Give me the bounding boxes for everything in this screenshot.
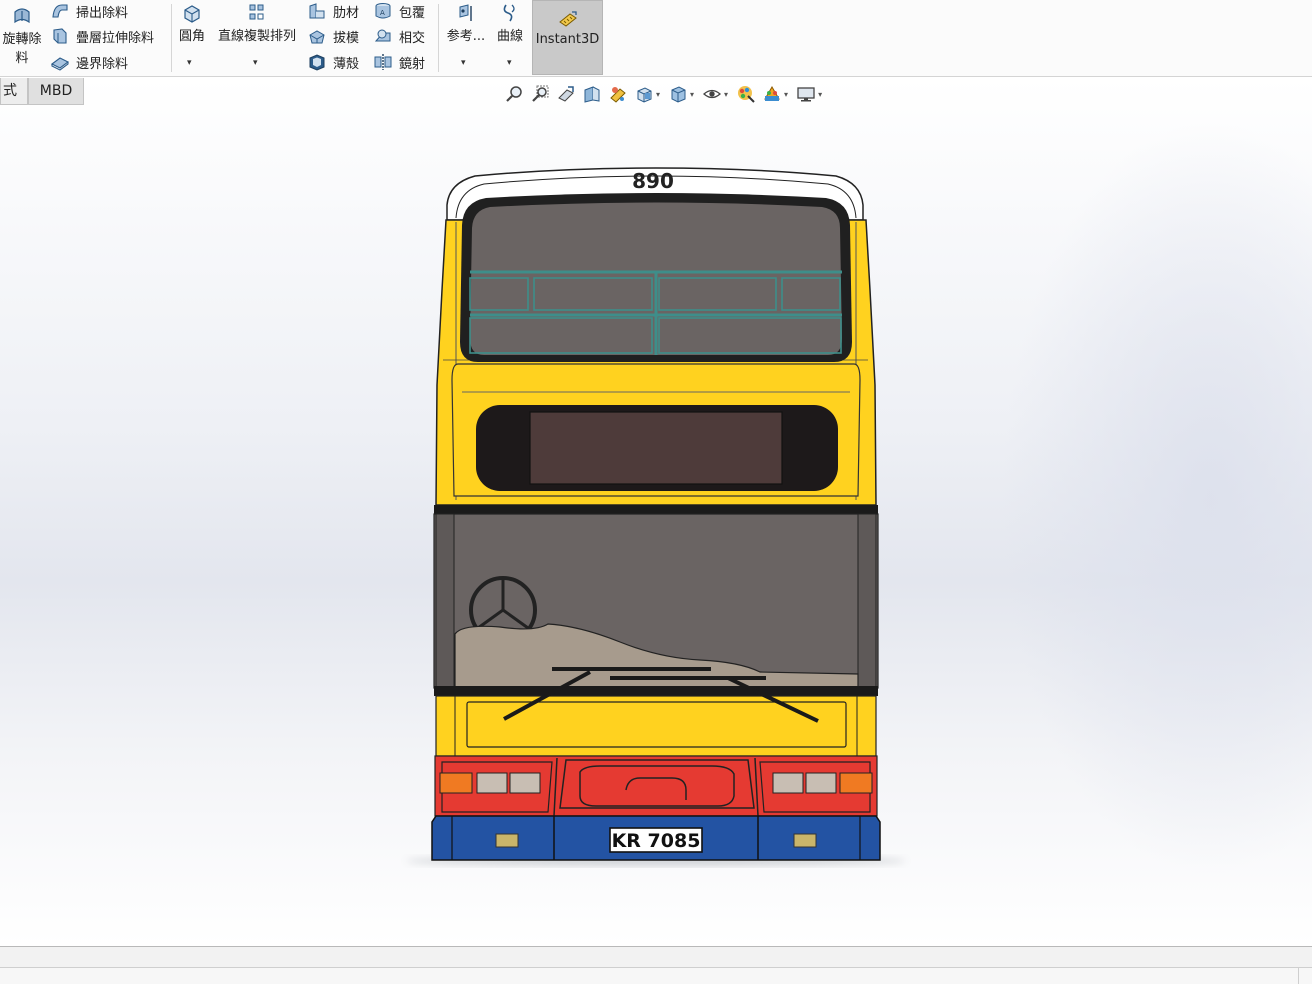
license-plate-text: KR 7085: [612, 830, 701, 852]
reflector-left: [495, 833, 519, 848]
destination-display-screen: [529, 411, 783, 485]
tail-lamps-right: [772, 772, 873, 794]
upper-rear-window: [460, 193, 852, 362]
bus-3d-model[interactable]: 890 KR 7085: [0, 0, 1312, 984]
reflector-right: [793, 833, 817, 848]
feature-manager-status-bar: [0, 946, 1312, 967]
tail-lamps-left: [439, 772, 541, 794]
fleet-number-text: 890: [632, 169, 674, 193]
window-status-bar: [0, 967, 1312, 984]
resize-grip[interactable]: [1298, 968, 1312, 984]
